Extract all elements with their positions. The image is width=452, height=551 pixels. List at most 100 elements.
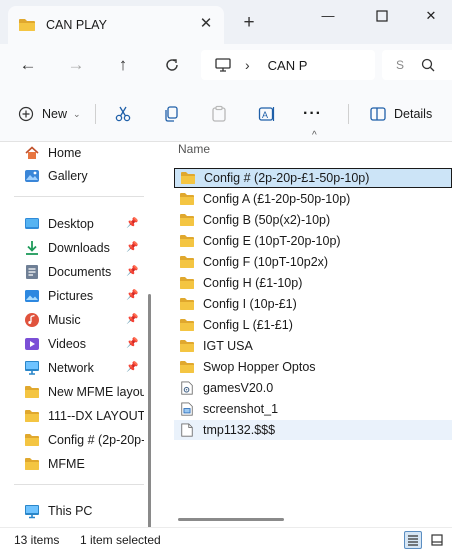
- sort-caret-icon: ^: [312, 130, 317, 141]
- file-row[interactable]: Swop Hopper Optos: [174, 357, 452, 377]
- search-placeholder: S: [396, 58, 405, 72]
- up-arrow-icon[interactable]: ↑: [111, 53, 135, 77]
- folder-icon: [180, 277, 194, 289]
- copy-button[interactable]: [162, 102, 180, 126]
- pin-icon[interactable]: 📌: [126, 362, 138, 373]
- search-icon[interactable]: [420, 57, 436, 73]
- chevron-down-icon: ⌄: [73, 108, 81, 119]
- window-close-icon[interactable]: ✕: [419, 6, 443, 26]
- download-icon: [26, 241, 38, 255]
- sidebar-item-this-pc[interactable]: This PC: [24, 500, 144, 522]
- sidebar-item-label: MFME: [48, 457, 85, 471]
- refresh-icon[interactable]: [160, 53, 184, 77]
- address-bar[interactable]: › CAN P: [201, 50, 375, 80]
- folder-icon: [25, 458, 39, 470]
- command-bar: New ⌄ A ··· Details: [0, 86, 452, 142]
- pin-icon[interactable]: 📌: [126, 218, 138, 229]
- title-bar: CAN PLAY ✕ + — ✕: [0, 0, 452, 44]
- file-row[interactable]: Config # (2p-20p-£1-50p-10p): [174, 168, 452, 188]
- music-icon: [25, 313, 39, 327]
- file-name: gamesV20.0: [203, 381, 274, 395]
- tab-close-icon[interactable]: ✕: [198, 16, 214, 32]
- pin-icon[interactable]: 📌: [126, 338, 138, 349]
- sidebar-item-label: Music: [48, 313, 81, 327]
- sidebar-item-label: Downloads: [48, 241, 110, 255]
- cut-button[interactable]: [114, 102, 132, 126]
- new-button[interactable]: New ⌄: [18, 102, 81, 126]
- sidebar-item-label: Videos: [48, 337, 86, 351]
- file-name: Config A (£1-20p-50p-10p): [203, 192, 351, 206]
- scissors-icon: [115, 106, 131, 122]
- network-icon: [25, 361, 39, 375]
- pictures-icon: [25, 290, 39, 302]
- image-file-icon: [181, 402, 193, 416]
- folder-icon: [25, 386, 39, 398]
- toolbar-divider: [95, 104, 96, 124]
- file-row[interactable]: IGT USA: [174, 336, 452, 356]
- svg-text:A: A: [262, 110, 268, 120]
- sidebar-item-label: Documents: [48, 265, 112, 279]
- file-row[interactable]: Config L (£1-£1): [174, 315, 452, 335]
- pin-icon[interactable]: 📌: [126, 266, 138, 277]
- file-list-scrollbar[interactable]: [178, 518, 284, 521]
- paste-icon: [212, 105, 226, 122]
- minimize-icon[interactable]: —: [316, 6, 340, 26]
- folder-icon: [19, 19, 35, 31]
- details-label: Details: [394, 107, 433, 121]
- sidebar-divider: [14, 484, 144, 485]
- sidebar-item-label: This PC: [48, 504, 93, 518]
- folder-icon: [180, 214, 194, 226]
- file-name: Config B (50p(x2)-10p): [203, 213, 331, 227]
- file-row[interactable]: Config F (10pT-10p2x): [174, 252, 452, 272]
- file-row[interactable]: Config A (£1-20p-50p-10p): [174, 189, 452, 209]
- sidebar-item-config-hash[interactable]: Config # (2p-20p-: [24, 429, 144, 451]
- sidebar-item-label: Desktop: [48, 217, 94, 231]
- rename-button[interactable]: A: [258, 102, 276, 126]
- more-options-icon[interactable]: ···: [303, 102, 322, 126]
- sidebar-item-home[interactable]: Home: [24, 142, 144, 164]
- file-name: Config # (2p-20p-£1-50p-10p): [204, 171, 370, 185]
- toolbar-divider: [348, 104, 349, 124]
- file-row[interactable]: tmp1132.$$$: [174, 420, 452, 440]
- computer-icon: [215, 58, 231, 72]
- documents-icon: [26, 265, 38, 279]
- file-row[interactable]: gamesV20.0: [174, 378, 452, 398]
- sidebar-item-new-mfme-layouts[interactable]: New MFME layou: [24, 381, 144, 403]
- details-view-icon: [408, 535, 418, 546]
- file-name: Config E (10pT-20p-10p): [203, 234, 341, 248]
- tab-title: CAN PLAY: [46, 18, 107, 32]
- folder-icon: [181, 172, 195, 184]
- blank-file-icon: [181, 423, 193, 437]
- computer-icon: [25, 505, 39, 519]
- forward-arrow-icon[interactable]: →: [64, 53, 88, 77]
- folder-icon: [25, 410, 39, 422]
- tiles-view-button[interactable]: [428, 531, 446, 549]
- sidebar-item-gallery[interactable]: Gallery: [24, 165, 144, 187]
- maximize-icon[interactable]: [370, 6, 394, 26]
- pin-icon[interactable]: 📌: [126, 242, 138, 253]
- breadcrumb-chevron-icon[interactable]: ›: [245, 57, 250, 73]
- file-row[interactable]: screenshot_1: [174, 399, 452, 419]
- column-header-name[interactable]: Name: [178, 142, 210, 156]
- plus-circle-icon: [18, 106, 34, 122]
- new-tab-icon[interactable]: +: [240, 13, 258, 32]
- tab-can-play[interactable]: CAN PLAY ✕: [8, 6, 224, 44]
- file-row[interactable]: Config H (£1-10p): [174, 273, 452, 293]
- folder-icon: [180, 361, 194, 373]
- details-button[interactable]: Details: [370, 102, 432, 126]
- sidebar-item-label: 111--DX LAYOUTS: [48, 409, 144, 423]
- sidebar-item-mfme[interactable]: MFME: [24, 453, 144, 475]
- pin-icon[interactable]: 📌: [126, 314, 138, 325]
- paste-button[interactable]: [210, 102, 228, 126]
- sidebar-scrollbar[interactable]: [148, 294, 151, 537]
- search-box[interactable]: S: [382, 50, 452, 80]
- pin-icon[interactable]: 📌: [126, 290, 138, 301]
- sidebar-item-dx-layouts[interactable]: 111--DX LAYOUTS: [24, 405, 144, 427]
- sidebar-item-label: New MFME layou: [48, 385, 144, 399]
- details-view-button[interactable]: [404, 531, 422, 549]
- file-row[interactable]: Config E (10pT-20p-10p): [174, 231, 452, 251]
- back-arrow-icon[interactable]: ←: [16, 53, 40, 77]
- file-row[interactable]: Config B (50p(x2)-10p): [174, 210, 452, 230]
- new-label: New: [42, 107, 68, 121]
- file-row[interactable]: Config I (10p-£1): [174, 294, 452, 314]
